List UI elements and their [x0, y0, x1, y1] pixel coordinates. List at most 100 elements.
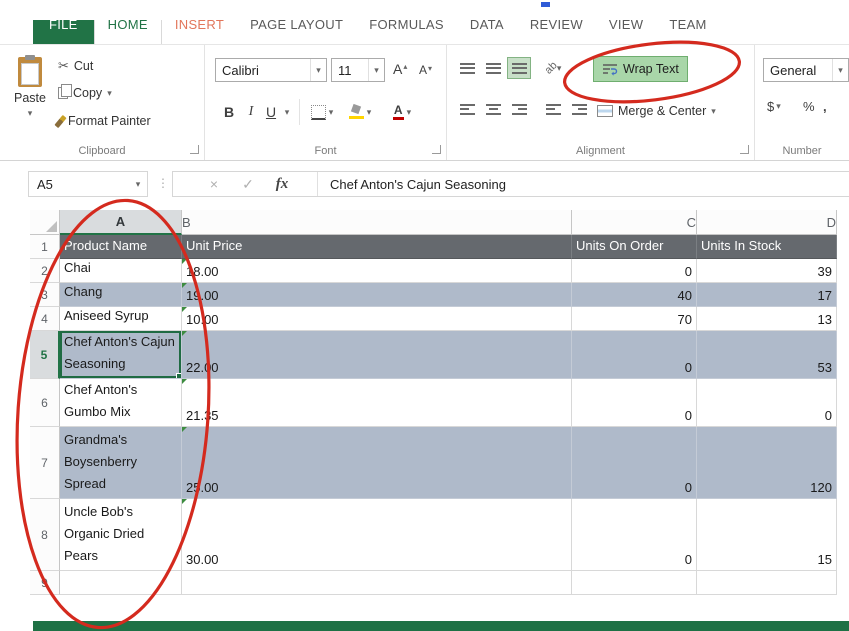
cell-b4[interactable]: 10.00	[182, 307, 572, 331]
grow-font-button[interactable]: A ▴	[393, 61, 407, 77]
cell-a1[interactable]: Product Name	[60, 235, 182, 259]
row-header-4[interactable]: 4	[30, 307, 60, 331]
cell-c4[interactable]: 70	[572, 307, 697, 331]
cell-d7[interactable]: 120	[697, 427, 837, 499]
font-size-dropdown-arrow-icon[interactable]: ▾	[374, 66, 379, 75]
cell-c6[interactable]: 0	[572, 379, 697, 427]
insert-function-button[interactable]: fx	[265, 176, 299, 193]
row-header-1[interactable]: 1	[30, 235, 60, 259]
cancel-button[interactable]: ×	[197, 176, 231, 192]
borders-button[interactable]: ▾	[307, 99, 337, 125]
tab-page-layout[interactable]: PAGE LAYOUT	[237, 20, 356, 44]
fill-color-button[interactable]: ▾	[345, 99, 375, 125]
number-format-select[interactable]: General ▾	[763, 58, 849, 82]
cell-b6[interactable]: 21.35	[182, 379, 572, 427]
cell-c7[interactable]: 0	[572, 427, 697, 499]
bold-button[interactable]: B	[219, 99, 239, 125]
tab-formulas[interactable]: FORMULAS	[356, 20, 457, 44]
comma-format-button[interactable]: ,	[823, 99, 827, 114]
cell-d4[interactable]: 13	[697, 307, 837, 331]
merge-center-button[interactable]: Merge & Center ▾	[593, 98, 720, 124]
select-all-corner[interactable]	[30, 210, 60, 235]
font-dialog-launcher-icon[interactable]	[432, 145, 441, 154]
cell-d3[interactable]: 17	[697, 283, 837, 307]
cell-c2[interactable]: 0	[572, 259, 697, 283]
paste-dropdown-arrow-icon[interactable]: ▾	[28, 109, 33, 118]
align-left-button[interactable]	[455, 98, 479, 120]
borders-dropdown-arrow-icon[interactable]: ▾	[329, 108, 334, 117]
fill-color-dropdown-arrow-icon[interactable]: ▾	[367, 108, 372, 117]
tab-insert[interactable]: INSERT	[162, 20, 237, 44]
clipboard-dialog-launcher-icon[interactable]	[190, 145, 199, 154]
tab-home[interactable]: HOME	[94, 20, 162, 44]
formula-bar-grip-icon[interactable]: ⋮	[157, 176, 169, 190]
font-color-button[interactable]: A ▾	[385, 99, 419, 125]
merge-center-dropdown-arrow-icon[interactable]: ▾	[711, 107, 716, 116]
cell-c1[interactable]: Units On Order	[572, 235, 697, 259]
row-header-7[interactable]: 7	[30, 427, 60, 499]
cell-d2[interactable]: 39	[697, 259, 837, 283]
cell-b8[interactable]: 30.00	[182, 499, 572, 571]
name-box-dropdown-arrow-icon[interactable]: ▾	[136, 180, 141, 189]
cell-a3[interactable]: Chang	[60, 283, 182, 307]
cell-a9[interactable]	[60, 571, 182, 595]
cut-button[interactable]: ✂ Cut	[58, 58, 93, 74]
cell-a5-selected[interactable]: Chef Anton's Cajun Seasoning	[60, 331, 182, 379]
cell-d5[interactable]: 53	[697, 331, 837, 379]
cell-b2[interactable]: 18.00	[182, 259, 572, 283]
currency-dropdown-arrow-icon[interactable]: ▾	[776, 102, 781, 111]
tab-file[interactable]: FILE	[33, 20, 94, 44]
tab-team[interactable]: TEAM	[656, 20, 719, 44]
paste-button[interactable]: Paste ▾	[6, 53, 54, 145]
fill-handle[interactable]	[176, 373, 181, 378]
font-name-select[interactable]: Calibri ▾	[215, 58, 327, 82]
copy-dropdown-arrow-icon[interactable]: ▾	[107, 89, 112, 98]
cell-d6[interactable]: 0	[697, 379, 837, 427]
orientation-button[interactable]: ab▾	[541, 57, 565, 79]
tab-review[interactable]: REVIEW	[517, 20, 596, 44]
percent-format-button[interactable]: %	[803, 99, 815, 114]
italic-button[interactable]: I	[243, 99, 259, 125]
shrink-font-button[interactable]: A ▾	[419, 63, 432, 77]
underline-dropdown-arrow-icon[interactable]: ▾	[285, 108, 290, 117]
increase-indent-button[interactable]	[567, 98, 591, 120]
cell-c8[interactable]: 0	[572, 499, 697, 571]
row-header-3[interactable]: 3	[30, 283, 60, 307]
align-top-button[interactable]	[455, 57, 479, 79]
cell-b5[interactable]: 22.00	[182, 331, 572, 379]
row-header-9[interactable]: 9	[30, 571, 60, 595]
cell-c3[interactable]: 40	[572, 283, 697, 307]
tab-data[interactable]: DATA	[457, 20, 517, 44]
align-bottom-button[interactable]	[507, 57, 531, 79]
row-header-6[interactable]: 6	[30, 379, 60, 427]
cell-c5[interactable]: 0	[572, 331, 697, 379]
font-size-select[interactable]: 11 ▾	[331, 58, 385, 82]
copy-button[interactable]: Copy ▾	[58, 86, 112, 100]
cell-a2[interactable]: Chai	[60, 259, 182, 283]
cell-b9[interactable]	[182, 571, 572, 595]
alignment-dialog-launcher-icon[interactable]	[740, 145, 749, 154]
cell-b1[interactable]: Unit Price	[182, 235, 572, 259]
underline-button[interactable]: U	[263, 99, 279, 125]
enter-button[interactable]: ✓	[231, 176, 265, 193]
decrease-indent-button[interactable]	[541, 98, 565, 120]
name-box[interactable]: A5 ▾	[28, 171, 148, 197]
row-header-5[interactable]: 5	[30, 331, 60, 379]
column-header-b[interactable]: B	[182, 210, 572, 235]
align-center-button[interactable]	[481, 98, 505, 120]
cell-d9[interactable]	[697, 571, 837, 595]
column-header-a[interactable]: A	[60, 210, 182, 235]
column-header-d[interactable]: D	[697, 210, 837, 235]
format-painter-button[interactable]: Format Painter	[58, 114, 151, 128]
cell-b7[interactable]: 25.00	[182, 427, 572, 499]
number-format-dropdown-arrow-icon[interactable]: ▾	[838, 66, 843, 75]
column-header-c[interactable]: C	[572, 210, 697, 235]
align-right-button[interactable]	[507, 98, 531, 120]
formula-input[interactable]: Chef Anton's Cajun Seasoning	[324, 177, 506, 192]
row-header-8[interactable]: 8	[30, 499, 60, 571]
row-header-2[interactable]: 2	[30, 259, 60, 283]
cell-b3[interactable]: 19.00	[182, 283, 572, 307]
cell-c9[interactable]	[572, 571, 697, 595]
cell-d1[interactable]: Units In Stock	[697, 235, 837, 259]
font-color-dropdown-arrow-icon[interactable]: ▾	[407, 108, 412, 117]
